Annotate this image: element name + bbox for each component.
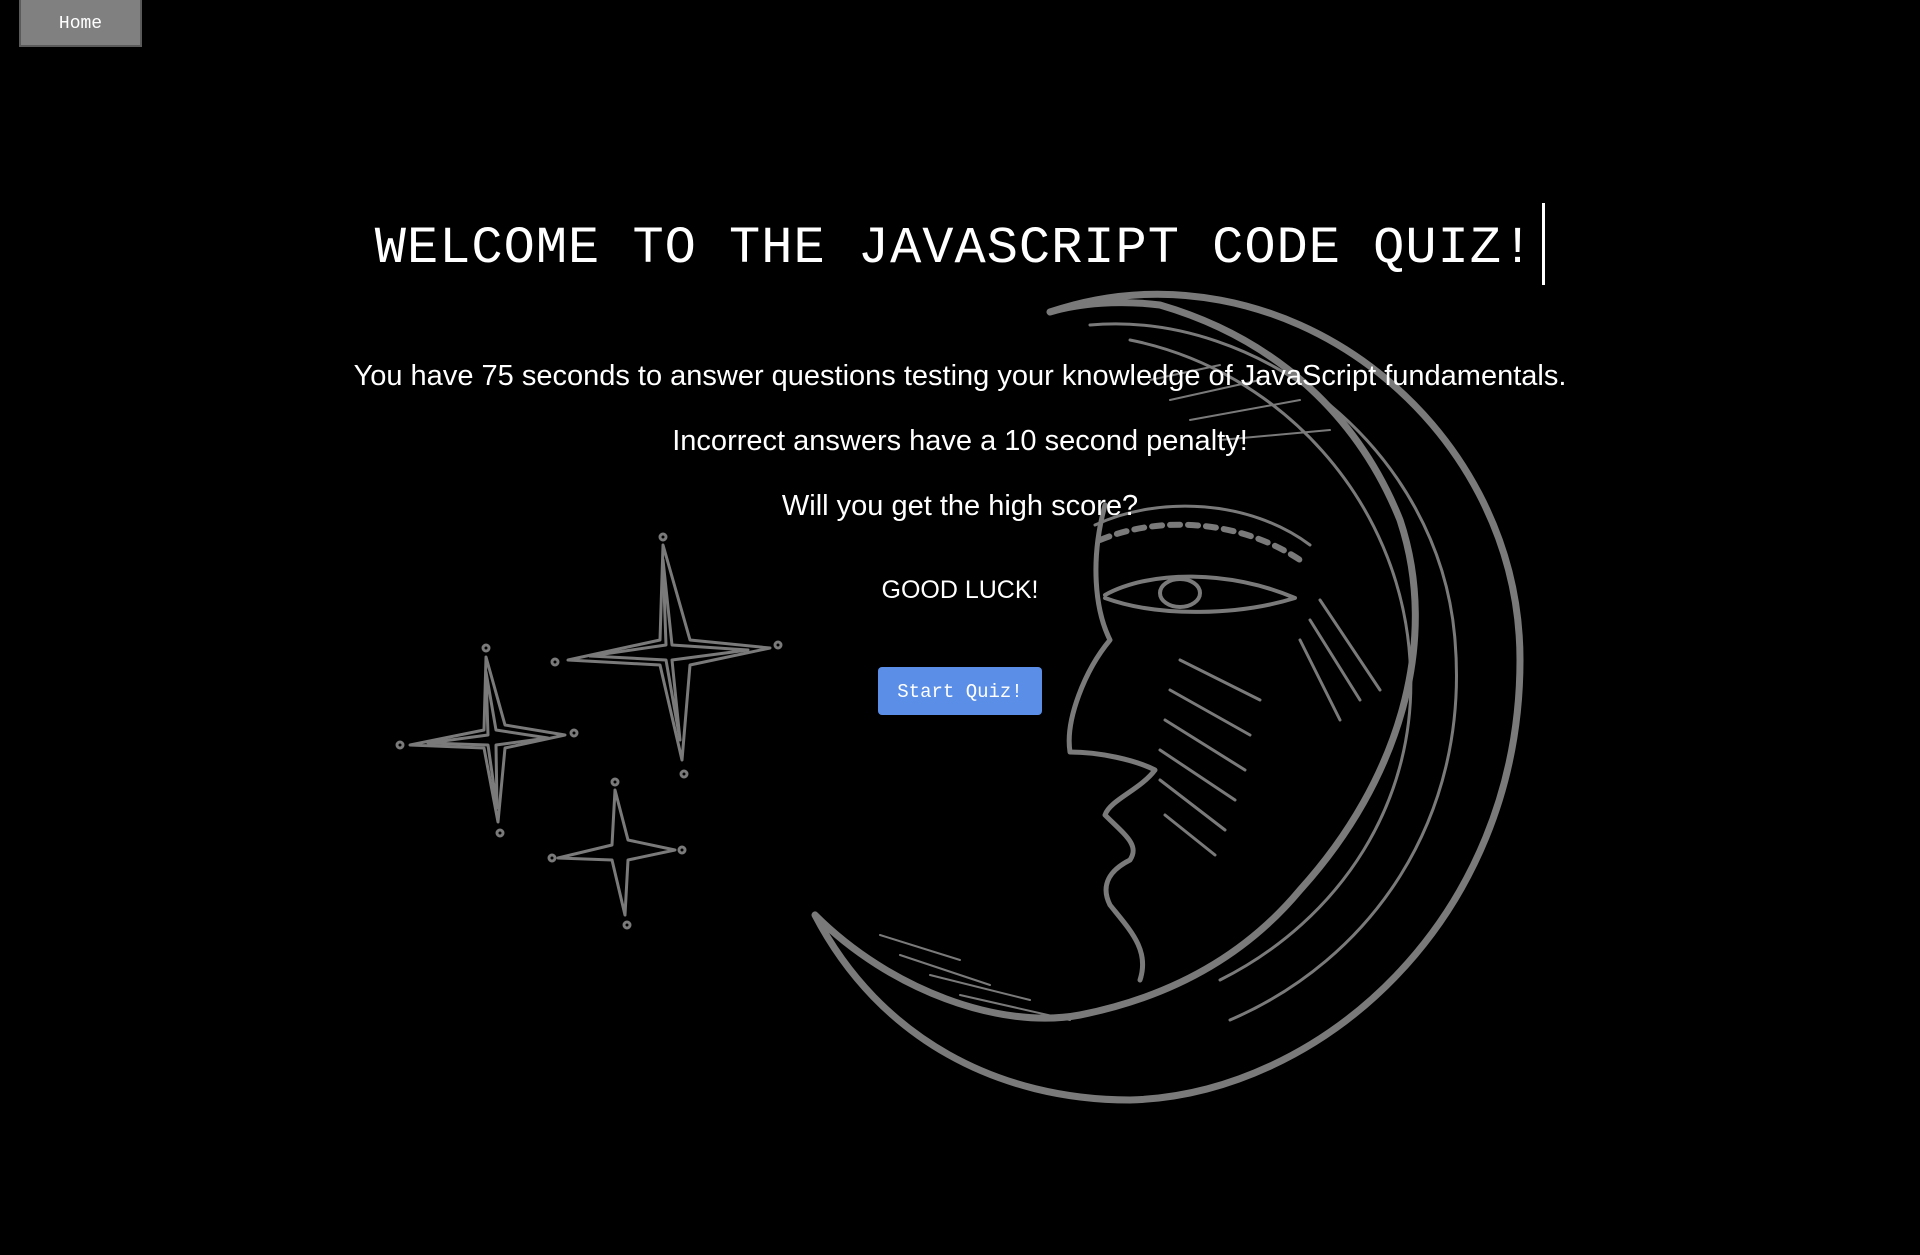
typing-cursor (1542, 203, 1546, 286)
star-icon (550, 532, 783, 779)
moon-stars-illustration (395, 290, 1524, 1104)
page-title: WELCOME TO THE JAVASCRIPT CODE QUIZ! (0, 203, 1920, 293)
good-luck-text: GOOD LUCK! (881, 576, 1039, 604)
start-quiz-button[interactable]: Start Quiz! (878, 667, 1042, 715)
intro-text-high-score: Will you get the high score? (781, 490, 1139, 522)
home-button[interactable]: Home (19, 0, 142, 47)
star-icon (547, 777, 687, 930)
intro-text-penalty: Incorrect answers have a 10 second penal… (672, 425, 1248, 457)
intro-text-time-limit: You have 75 seconds to answer questions … (353, 360, 1567, 392)
page-title-text: WELCOME TO THE JAVASCRIPT CODE QUIZ! (374, 219, 1535, 278)
star-icon (395, 643, 579, 838)
